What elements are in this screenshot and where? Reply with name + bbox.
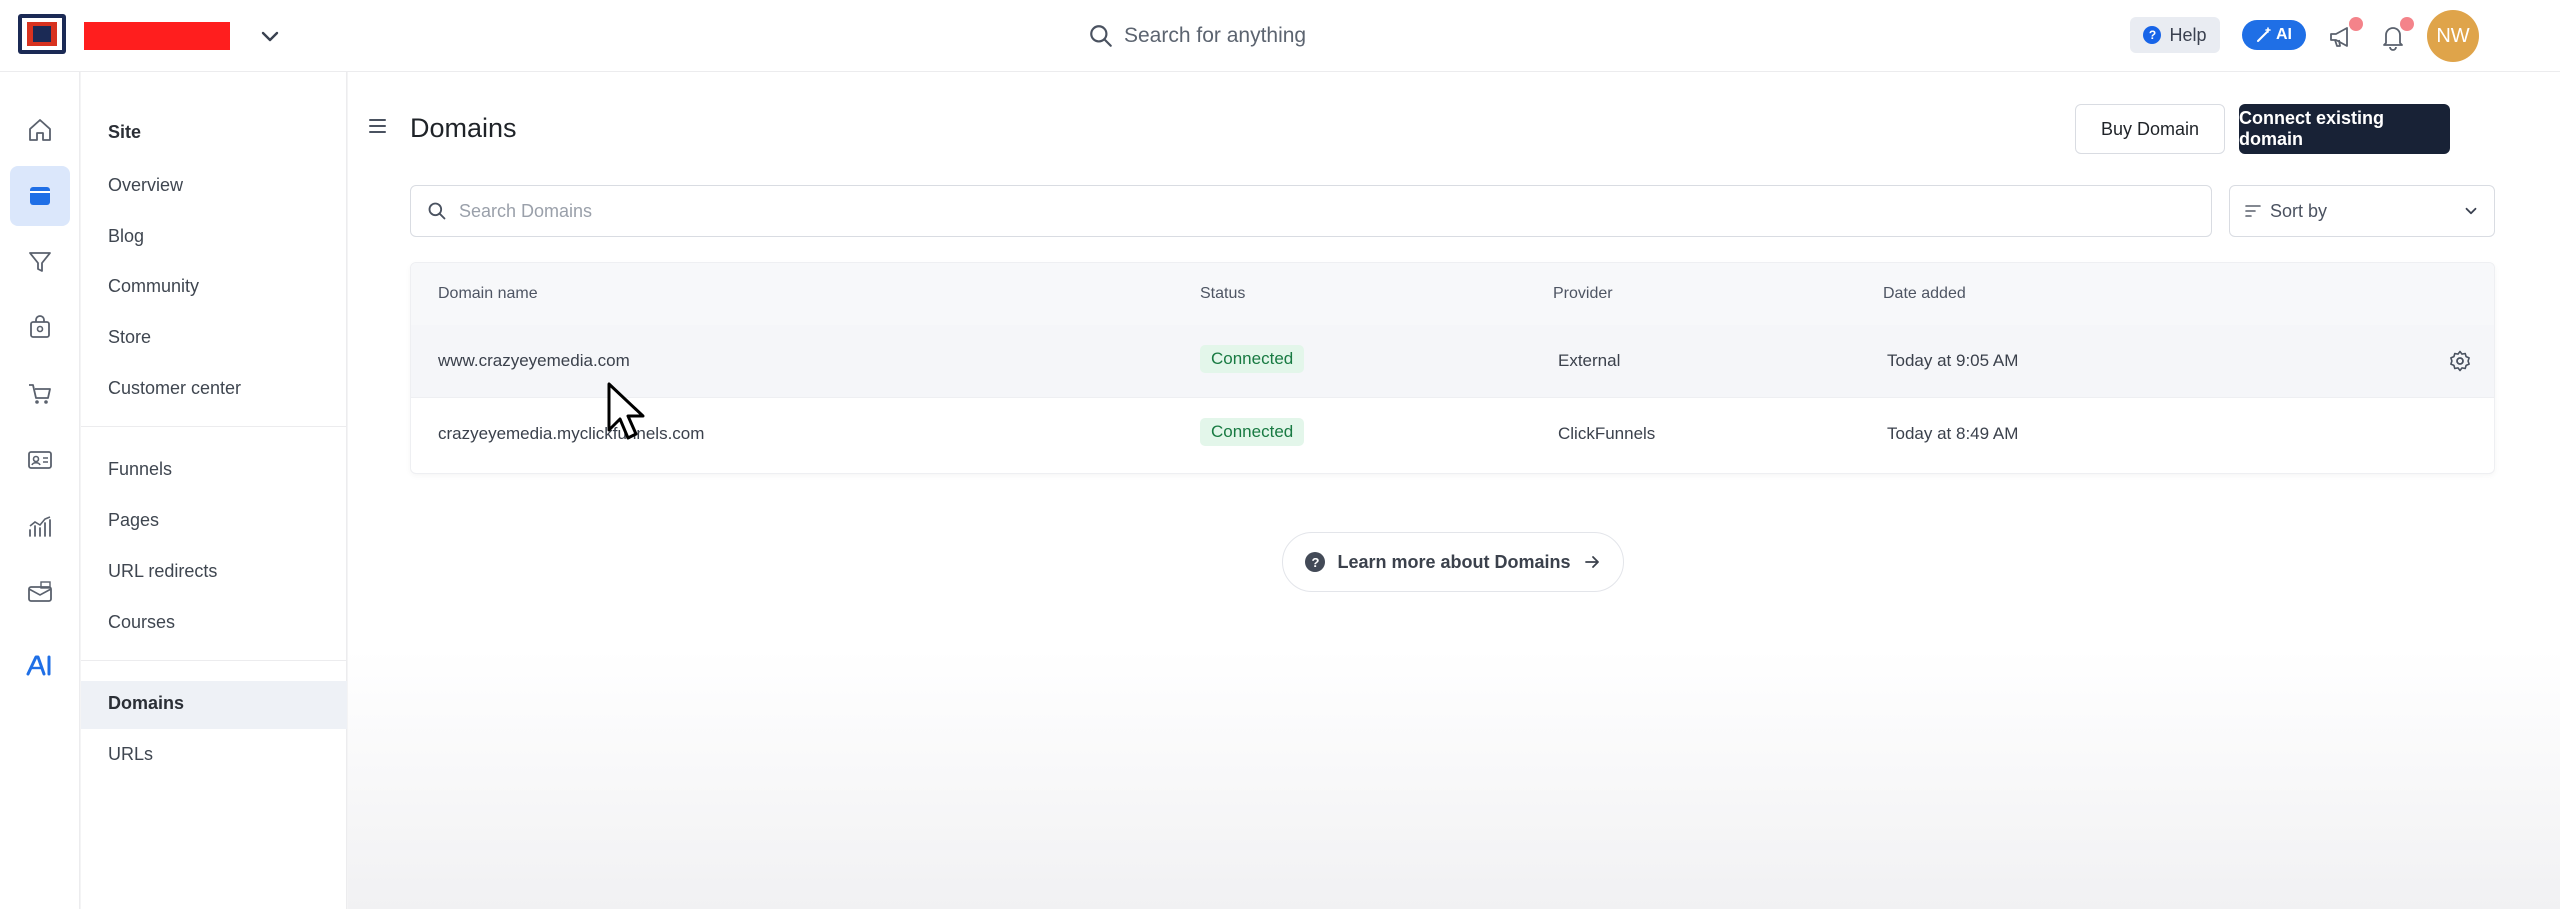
sidebar-item-url-redirects[interactable]: URL redirects <box>108 561 217 582</box>
search-icon <box>1090 25 1112 47</box>
provider-cell: External <box>1558 351 1621 370</box>
avatar[interactable]: NW <box>2427 10 2479 62</box>
arrow-right-icon <box>1584 556 1599 568</box>
clickfunnels-logo[interactable] <box>18 14 66 54</box>
gear-icon[interactable] <box>2448 349 2472 373</box>
domain-name-cell[interactable]: www.crazyeyemedia.com <box>438 351 630 371</box>
chevron-down-icon <box>2465 207 2477 215</box>
sidebar-item-community[interactable]: Community <box>108 276 199 297</box>
sidebar-item-urls[interactable]: URLs <box>108 744 153 765</box>
magic-wand-icon <box>2257 27 2271 42</box>
sidebar-divider <box>81 426 347 427</box>
search-domains-input[interactable]: Search Domains <box>410 185 2212 237</box>
global-search-placeholder: Search for anything <box>1124 24 1307 47</box>
sidebar-heading-site: Site <box>108 122 142 142</box>
connect-existing-domain-button[interactable]: Connect existing domain <box>2239 104 2450 154</box>
workspace-name-redacted[interactable] <box>84 22 230 50</box>
date-added-cell: Today at 9:05 AM <box>1887 351 2019 370</box>
sidebar-item-courses[interactable]: Courses <box>108 612 175 633</box>
learn-more-label: Learn more about Domains <box>1337 551 1571 572</box>
ai-button[interactable]: AI <box>2242 20 2306 50</box>
search-icon <box>428 202 446 220</box>
provider-cell: ClickFunnels <box>1558 424 1656 443</box>
help-icon: ? <box>2143 26 2162 44</box>
sidebar-item-pages[interactable]: Pages <box>108 510 159 531</box>
sidebar-item-store[interactable]: Store <box>108 327 151 348</box>
chevron-down-icon[interactable] <box>258 24 282 48</box>
top-bar: Search for anything ? Help AI NW <box>0 0 2560 72</box>
help-button[interactable]: ? Help <box>2130 17 2220 53</box>
store-icon[interactable] <box>22 310 58 346</box>
global-search[interactable]: Search for anything <box>1088 18 1306 54</box>
sort-icon <box>2245 205 2261 217</box>
sidebar-item-customer-center[interactable]: Customer center <box>108 378 241 399</box>
ai-label: AI <box>2276 26 2292 43</box>
main-content: Domains Buy Domain Connect existing doma… <box>348 72 2560 909</box>
announcements-badge <box>2349 17 2363 31</box>
sort-by-dropdown[interactable]: Sort by <box>2229 185 2495 237</box>
menu-icon[interactable] <box>368 118 388 134</box>
email-icon[interactable] <box>22 574 58 610</box>
mouse-cursor-icon <box>607 382 645 440</box>
websites-icon[interactable] <box>22 178 58 214</box>
sort-by-label: Sort by <box>2270 200 2328 221</box>
buy-domain-button[interactable]: Buy Domain <box>2075 104 2225 154</box>
sidebar-divider <box>81 660 347 661</box>
table-header: Domain name Status Provider Date added <box>411 263 2494 325</box>
column-header-date-added[interactable]: Date added <box>1883 285 1966 303</box>
sidebar-item-blog[interactable]: Blog <box>108 226 144 247</box>
column-header-provider[interactable]: Provider <box>1553 285 1613 303</box>
learn-more-domains-button[interactable]: ? Learn more about Domains <box>1282 532 1624 592</box>
status-badge: Connected <box>1200 345 1305 373</box>
search-domains-placeholder: Search Domains <box>459 200 593 221</box>
date-added-cell: Today at 8:49 AM <box>1887 424 2019 443</box>
table-row[interactable]: www.crazyeyemedia.com Connected External… <box>411 325 2494 397</box>
sidebar-item-overview[interactable]: Overview <box>108 175 183 196</box>
analytics-icon[interactable] <box>22 508 58 544</box>
domains-table: Domain name Status Provider Date added w… <box>410 262 2495 474</box>
column-header-domain-name[interactable]: Domain name <box>438 285 538 303</box>
table-row[interactable]: crazyeyemedia.myclickfunnels.com Connect… <box>411 397 2494 469</box>
domain-name-cell[interactable]: crazyeyemedia.myclickfunnels.com <box>438 424 704 444</box>
cart-icon[interactable] <box>22 376 58 412</box>
ai-icon[interactable] <box>22 648 58 684</box>
funnel-icon[interactable] <box>22 244 58 280</box>
status-badge: Connected <box>1200 418 1305 446</box>
contacts-icon[interactable] <box>22 442 58 478</box>
help-label: Help <box>2169 24 2207 45</box>
site-sidebar: Site Overview Blog Community Store Custo… <box>81 72 347 909</box>
primary-nav-rail <box>0 72 80 909</box>
question-icon: ? <box>1305 552 1326 572</box>
notifications-badge <box>2400 17 2414 31</box>
home-icon[interactable] <box>22 112 58 148</box>
column-header-status[interactable]: Status <box>1200 285 1245 303</box>
sidebar-item-funnels[interactable]: Funnels <box>108 459 172 480</box>
sidebar-item-domains[interactable]: Domains <box>108 693 184 714</box>
page-title: Domains <box>410 113 517 143</box>
